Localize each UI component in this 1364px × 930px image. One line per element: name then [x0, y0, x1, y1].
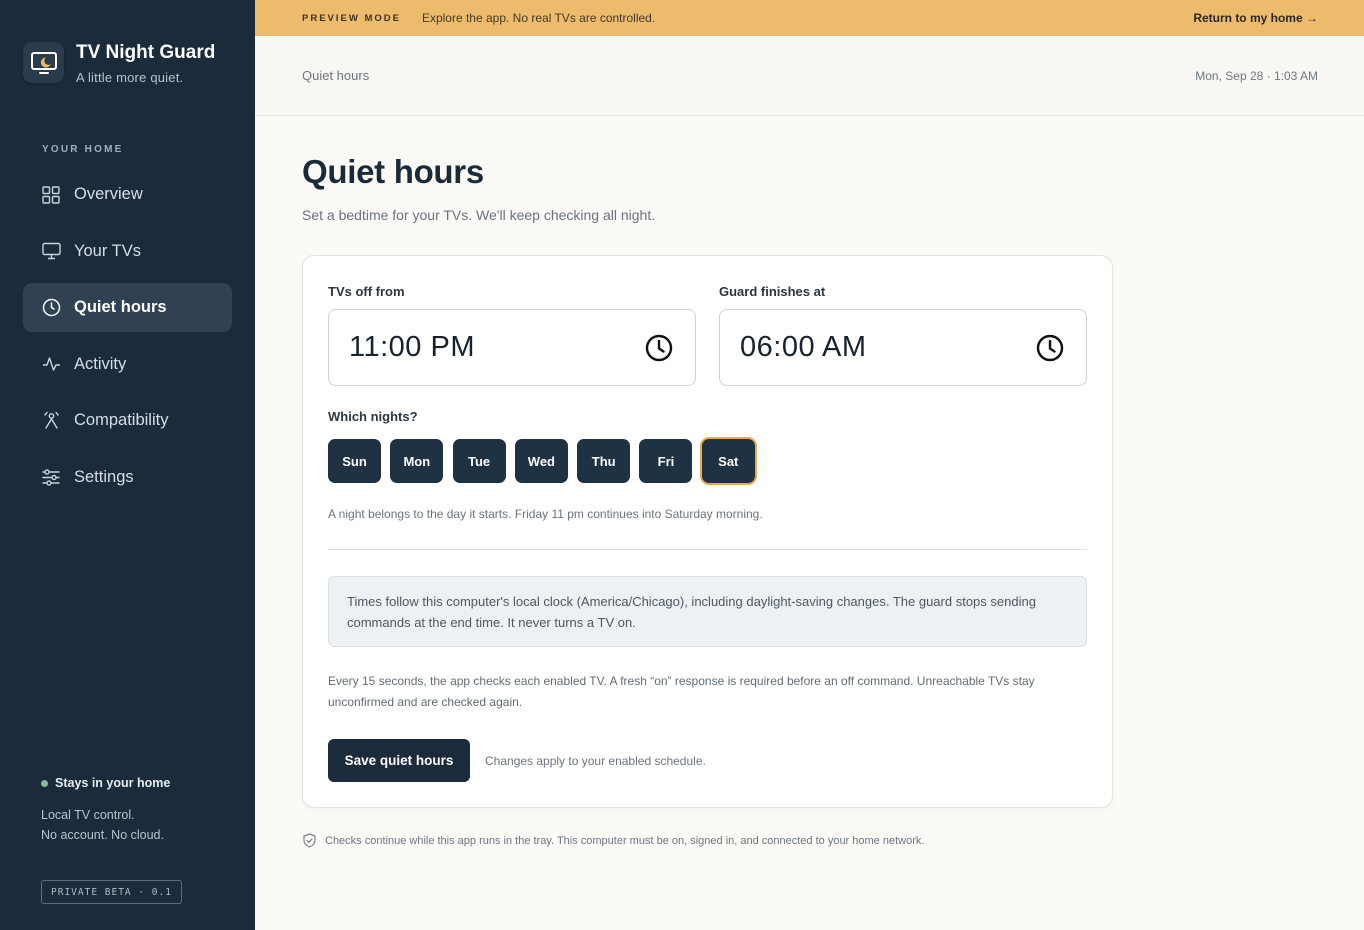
compatibility-icon [41, 411, 61, 431]
end-time-input[interactable]: 06:00 AM [719, 309, 1087, 386]
day-toggle-thu[interactable]: Thu [577, 439, 631, 483]
preview-message: Explore the app. No real TVs are control… [421, 11, 656, 25]
clock-icon[interactable] [1036, 334, 1064, 362]
preview-tag: PREVIEW MODE [302, 12, 401, 24]
page-title: Quiet hours [302, 153, 484, 190]
save-quiet-hours-button[interactable]: Save quiet hours [328, 739, 470, 782]
sidebar-item-label: Activity [74, 354, 127, 373]
sidebar-item-label: Quiet hours [74, 298, 167, 316]
day-toggle-tue[interactable]: Tue [452, 439, 506, 483]
day-toggle-mon[interactable]: Mon [390, 439, 444, 483]
start-time-label: TVs off from [328, 284, 405, 299]
current-datetime: Mon, Sep 28 · 1:03 AM [1195, 68, 1318, 83]
sidebar: TV Night Guard A little more quiet. YOUR… [0, 0, 255, 930]
start-time-value: 11:00 PM [349, 331, 475, 363]
nav-section-label: YOUR HOME [42, 144, 124, 155]
timezone-info: Times follow this computer's local clock… [328, 576, 1087, 647]
sidebar-item-settings[interactable]: Settings [23, 453, 232, 502]
status-line: No account. No cloud. [41, 828, 164, 842]
sidebar-item-compatibility[interactable]: Compatibility [23, 396, 232, 445]
day-toggle-wed[interactable]: Wed [514, 439, 568, 483]
top-bar: Quiet hours Mon, Sep 28 · 1:03 AM [255, 36, 1364, 116]
return-home-link[interactable]: Return to my home → [1193, 11, 1318, 25]
sidebar-item-quiet-hours[interactable]: Quiet hours [23, 283, 232, 332]
sidebar-item-overview[interactable]: Overview [23, 170, 232, 219]
sidebar-item-your-tvs[interactable]: Your TVs [23, 227, 232, 276]
page-subtitle: Set a bedtime for your TVs. We'll keep c… [302, 207, 656, 223]
status-line: Local TV control. [41, 808, 135, 822]
app-tagline: A little more quiet. [76, 70, 184, 85]
quiet-hours-card: TVs off from 11:00 PM Guard finishes at … [302, 255, 1113, 808]
brand: TV Night Guard A little more quiet. [23, 42, 215, 85]
app-title: TV Night Guard [76, 42, 216, 63]
tray-note: Checks continue while this app runs in t… [302, 833, 924, 848]
privacy-status: Stays in your home Local TV control. No … [41, 776, 170, 842]
activity-icon [41, 354, 61, 374]
sidebar-item-label: Overview [74, 185, 143, 203]
clock-icon[interactable] [645, 334, 673, 362]
start-time-input[interactable]: 11:00 PM [328, 309, 696, 386]
breadcrumb: Quiet hours [302, 68, 370, 83]
nights-label: Which nights? [328, 409, 418, 424]
day-toggle-sun[interactable]: Sun [328, 439, 381, 483]
check-interval-note: Every 15 seconds, the app checks each en… [328, 674, 1035, 709]
sidebar-item-label: Compatibility [74, 411, 169, 429]
sidebar-item-activity[interactable]: Activity [23, 340, 232, 389]
shield-check-icon [302, 833, 317, 848]
day-toggle-fri[interactable]: Fri [639, 439, 693, 483]
version-badge: PRIVATE BETA · 0.1 [41, 880, 182, 904]
sidebar-nav: Overview Your TVs Quiet hours Activity C… [23, 170, 232, 509]
sliders-icon [41, 467, 61, 487]
night-note: A night belongs to the day it starts. Fr… [328, 507, 763, 521]
end-time-value: 06:00 AM [740, 331, 867, 363]
day-selector: Sun Mon Tue Wed Thu Fri Sat [328, 439, 764, 483]
end-time-label: Guard finishes at [719, 284, 826, 299]
divider [328, 549, 1087, 550]
status-title: Stays in your home [55, 776, 171, 790]
day-toggle-sat[interactable]: Sat [701, 439, 755, 483]
preview-banner: PREVIEW MODE Explore the app. No real TV… [255, 0, 1364, 36]
clock-icon [41, 298, 61, 318]
sidebar-item-label: Settings [74, 467, 134, 486]
save-hint: Changes apply to your enabled schedule. [485, 754, 706, 768]
sidebar-item-label: Your TVs [74, 241, 141, 260]
monitor-icon [41, 241, 61, 261]
tv-moon-icon [23, 42, 64, 83]
tray-note-text: Checks continue while this app runs in t… [325, 834, 925, 847]
status-dot [41, 779, 48, 787]
grid-icon [41, 185, 61, 205]
